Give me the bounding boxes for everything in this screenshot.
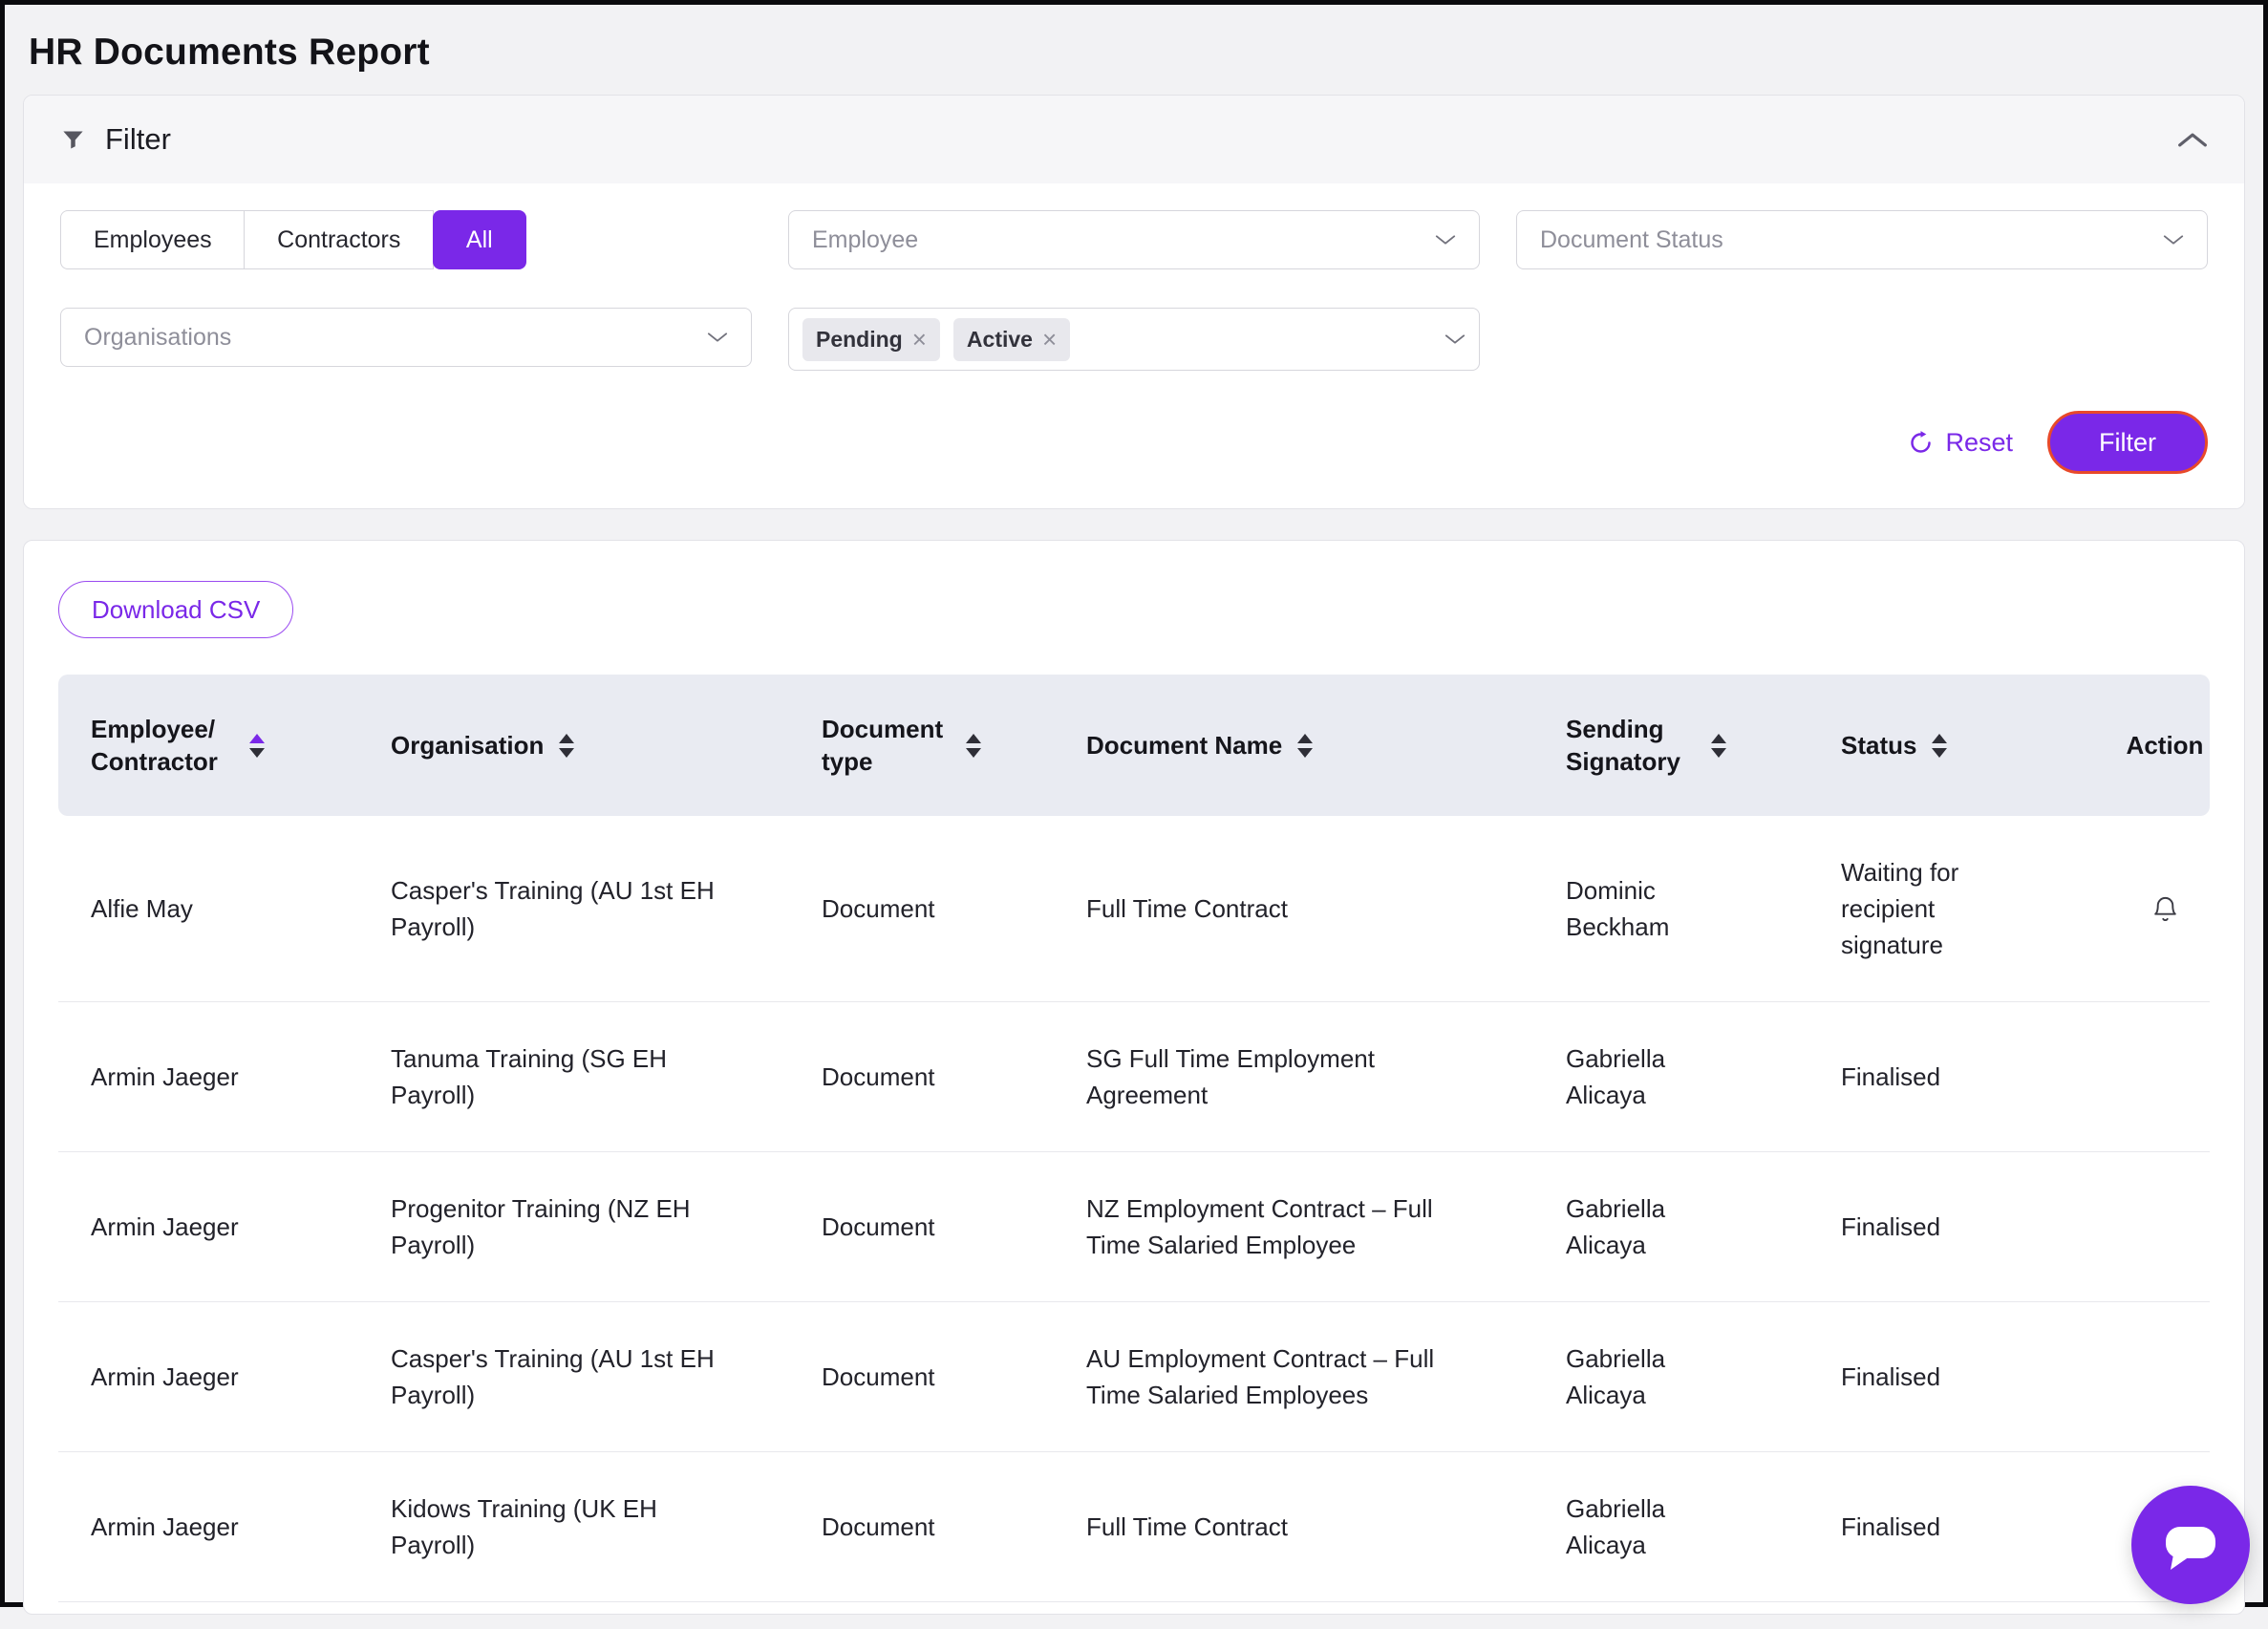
cell-document-name: NZ Employment Contract – Full Time Salar… bbox=[1086, 1190, 1566, 1263]
cell-document-type: Document bbox=[822, 890, 1086, 927]
table-row: Armin Jaeger Casper's Training (AU 1st E… bbox=[58, 1302, 2210, 1452]
filter-panel-header[interactable]: Filter bbox=[24, 96, 2244, 183]
cell-status: Finalised bbox=[1841, 1209, 2120, 1245]
cell-organisation: Tanuma Training (SG EH Payroll) bbox=[391, 1040, 822, 1113]
sort-icon[interactable] bbox=[966, 734, 981, 758]
cell-sending-signatory: Gabriella Alicaya bbox=[1566, 1490, 1841, 1563]
sort-icon[interactable] bbox=[249, 734, 265, 758]
status-tags-multiselect[interactable]: Pending × Active × bbox=[788, 308, 1480, 371]
cell-document-name: Full Time Contract bbox=[1086, 1509, 1566, 1545]
sort-icon[interactable] bbox=[559, 734, 574, 758]
tag-remove-icon[interactable]: × bbox=[1042, 327, 1057, 352]
cell-employee: Armin Jaeger bbox=[58, 1509, 391, 1545]
segment-all-button[interactable]: All bbox=[433, 210, 526, 269]
chevron-down-icon bbox=[1435, 234, 1456, 246]
table-row: Armin Jaeger Tanuma Training (SG EH Payr… bbox=[58, 1002, 2210, 1152]
column-header-organisation: Organisation bbox=[391, 729, 822, 761]
cell-employee: Armin Jaeger bbox=[58, 1209, 391, 1245]
filter-submit-button[interactable]: Filter bbox=[2047, 411, 2208, 474]
cell-organisation: Kidows Training (UK EH Payroll) bbox=[391, 1490, 822, 1563]
filter-body: Employees Contractors All Employee Docum… bbox=[24, 183, 2244, 508]
sort-icon[interactable] bbox=[1932, 734, 1947, 758]
document-status-select[interactable]: Document Status bbox=[1516, 210, 2208, 269]
chevron-down-icon bbox=[1444, 333, 1466, 345]
document-status-placeholder: Document Status bbox=[1540, 226, 1723, 254]
chat-launcher-button[interactable] bbox=[2131, 1486, 2250, 1604]
segment-employees-button[interactable]: Employees bbox=[60, 210, 246, 269]
chat-bubble-icon bbox=[2160, 1514, 2221, 1575]
documents-table: Employee/ Contractor Organisation Docume… bbox=[58, 675, 2210, 1602]
employee-select-placeholder: Employee bbox=[812, 226, 918, 254]
column-header-sending-signatory: Sending Signatory bbox=[1566, 713, 1841, 778]
filter-title: Filter bbox=[105, 122, 171, 157]
cell-status: Finalised bbox=[1841, 1059, 2120, 1095]
table-row: Armin Jaeger Kidows Training (UK EH Payr… bbox=[58, 1452, 2210, 1602]
column-header-document-type: Document type bbox=[822, 713, 1086, 778]
column-header-status: Status bbox=[1841, 729, 2120, 761]
cell-organisation: Casper's Training (AU 1st EH Payroll) bbox=[391, 872, 822, 945]
chevron-down-icon bbox=[707, 332, 728, 343]
employee-select[interactable]: Employee bbox=[788, 210, 1480, 269]
filter-panel: Filter Employees Contractors All Employe… bbox=[23, 95, 2245, 509]
cell-document-type: Document bbox=[822, 1059, 1086, 1095]
column-header-action: Action bbox=[2120, 729, 2210, 761]
sort-icon[interactable] bbox=[1711, 734, 1726, 758]
download-csv-button[interactable]: Download CSV bbox=[58, 581, 293, 638]
cell-organisation: Casper's Training (AU 1st EH Payroll) bbox=[391, 1340, 822, 1413]
page: HR Documents Report Filter Employees Con… bbox=[5, 32, 2263, 1629]
cell-document-name: Full Time Contract bbox=[1086, 890, 1566, 927]
cell-status: Finalised bbox=[1841, 1509, 2120, 1545]
tag-active-label: Active bbox=[967, 327, 1033, 353]
sort-icon[interactable] bbox=[1297, 734, 1313, 758]
table-row: Alfie May Casper's Training (AU 1st EH P… bbox=[58, 816, 2210, 1002]
table-header-row: Employee/ Contractor Organisation Docume… bbox=[58, 675, 2210, 816]
cell-document-type: Document bbox=[822, 1359, 1086, 1395]
cell-sending-signatory: Dominic Beckham bbox=[1566, 872, 1841, 945]
tag-pending[interactable]: Pending × bbox=[802, 318, 940, 361]
column-header-document-name: Document Name bbox=[1086, 729, 1566, 761]
tag-remove-icon[interactable]: × bbox=[912, 327, 927, 352]
cell-organisation: Progenitor Training (NZ EH Payroll) bbox=[391, 1190, 822, 1263]
cell-employee: Armin Jaeger bbox=[58, 1359, 391, 1395]
cell-document-type: Document bbox=[822, 1509, 1086, 1545]
cell-employee: Armin Jaeger bbox=[58, 1059, 391, 1095]
cell-sending-signatory: Gabriella Alicaya bbox=[1566, 1040, 1841, 1113]
worker-type-segmented-control: Employees Contractors All bbox=[60, 210, 752, 269]
tag-pending-label: Pending bbox=[816, 327, 903, 353]
reset-label: Reset bbox=[1945, 428, 2013, 458]
notification-bell-icon[interactable] bbox=[2150, 894, 2180, 924]
chevron-down-icon bbox=[2163, 234, 2184, 246]
filter-funnel-icon bbox=[60, 127, 86, 153]
organisations-select[interactable]: Organisations bbox=[60, 308, 752, 367]
organisations-placeholder: Organisations bbox=[84, 324, 231, 352]
report-panel: Download CSV Employee/ Contractor Organi… bbox=[23, 540, 2245, 1615]
cell-sending-signatory: Gabriella Alicaya bbox=[1566, 1340, 1841, 1413]
reset-button[interactable]: Reset bbox=[1908, 428, 2013, 458]
cell-document-name: SG Full Time Employment Agreement bbox=[1086, 1040, 1566, 1113]
cell-employee: Alfie May bbox=[58, 890, 391, 927]
segment-contractors-button[interactable]: Contractors bbox=[244, 210, 434, 269]
cell-status: Waiting for recipient signature bbox=[1841, 854, 2120, 963]
cell-status: Finalised bbox=[1841, 1359, 2120, 1395]
table-row: Armin Jaeger Progenitor Training (NZ EH … bbox=[58, 1152, 2210, 1302]
page-title: HR Documents Report bbox=[29, 32, 2245, 74]
cell-document-type: Document bbox=[822, 1209, 1086, 1245]
cell-document-name: AU Employment Contract – Full Time Salar… bbox=[1086, 1340, 1566, 1413]
cell-sending-signatory: Gabriella Alicaya bbox=[1566, 1190, 1841, 1263]
reset-icon bbox=[1908, 430, 1934, 456]
collapse-chevron-icon[interactable] bbox=[2177, 132, 2208, 148]
column-header-employee-contractor: Employee/ Contractor bbox=[58, 713, 391, 778]
tag-active[interactable]: Active × bbox=[953, 318, 1070, 361]
